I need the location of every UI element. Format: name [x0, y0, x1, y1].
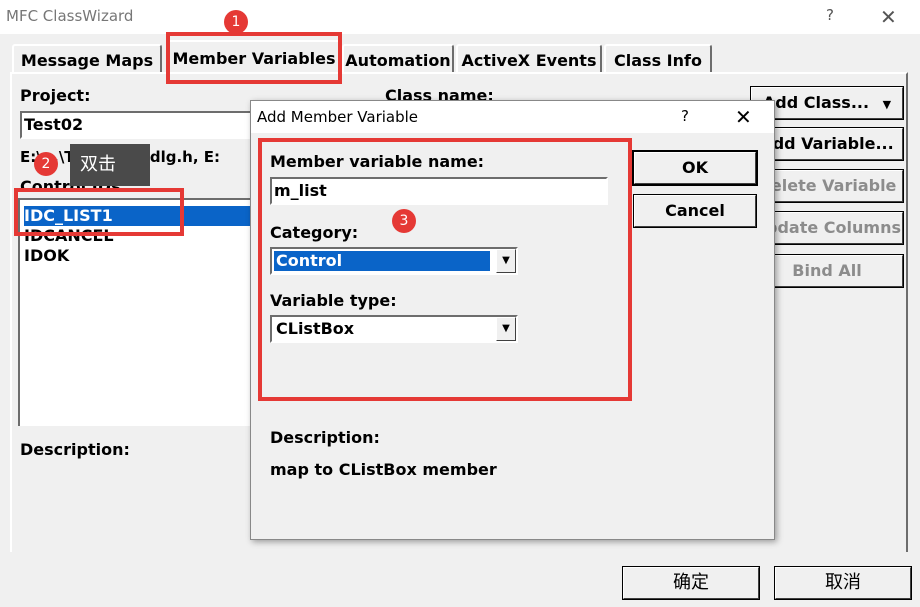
dialog-description-label: Description:: [270, 428, 380, 447]
project-combo[interactable]: Test02: [20, 111, 260, 139]
window-titlebar: MFC ClassWizard ? ✕: [0, 0, 920, 34]
tab-automation[interactable]: Automation: [342, 44, 454, 74]
tab-message-maps[interactable]: Message Maps: [12, 44, 162, 74]
annotation-box-1: [166, 32, 342, 84]
tab-class-info[interactable]: Class Info: [604, 44, 712, 74]
confirm-button[interactable]: 确定: [622, 566, 760, 600]
footer-cancel-button[interactable]: 取消: [774, 566, 912, 600]
tooltip-double-click: 双击: [70, 144, 150, 186]
add-class-label: Add Class...: [762, 93, 870, 112]
annotation-badge-3: 3: [392, 209, 416, 233]
help-icon[interactable]: ?: [826, 6, 840, 24]
window-title: MFC ClassWizard: [6, 7, 134, 25]
add-member-variable-dialog: Add Member Variable ? ✕ Member variable …: [250, 100, 775, 540]
project-label: Project:: [20, 86, 91, 105]
annotation-box-3: [258, 138, 632, 401]
dialog-title: Add Member Variable: [257, 108, 419, 126]
dialog-help-icon[interactable]: ?: [681, 107, 689, 125]
annotation-box-2: [14, 188, 184, 236]
dialog-description-text: map to CListBox member: [270, 460, 497, 479]
cancel-button[interactable]: Cancel: [633, 194, 757, 228]
description-label: Description:: [20, 440, 130, 459]
close-icon[interactable]: ✕: [880, 5, 897, 29]
ok-button[interactable]: OK: [632, 150, 758, 186]
annotation-badge-1: 1: [224, 10, 248, 34]
dropdown-arrow-icon: ▼: [882, 98, 892, 111]
list-item-idok[interactable]: IDOK: [24, 246, 69, 266]
annotation-badge-2: 2: [34, 152, 58, 176]
dialog-titlebar: Add Member Variable ? ✕: [251, 101, 774, 133]
tab-activex-events[interactable]: ActiveX Events: [456, 44, 602, 74]
dialog-close-icon[interactable]: ✕: [735, 105, 752, 129]
